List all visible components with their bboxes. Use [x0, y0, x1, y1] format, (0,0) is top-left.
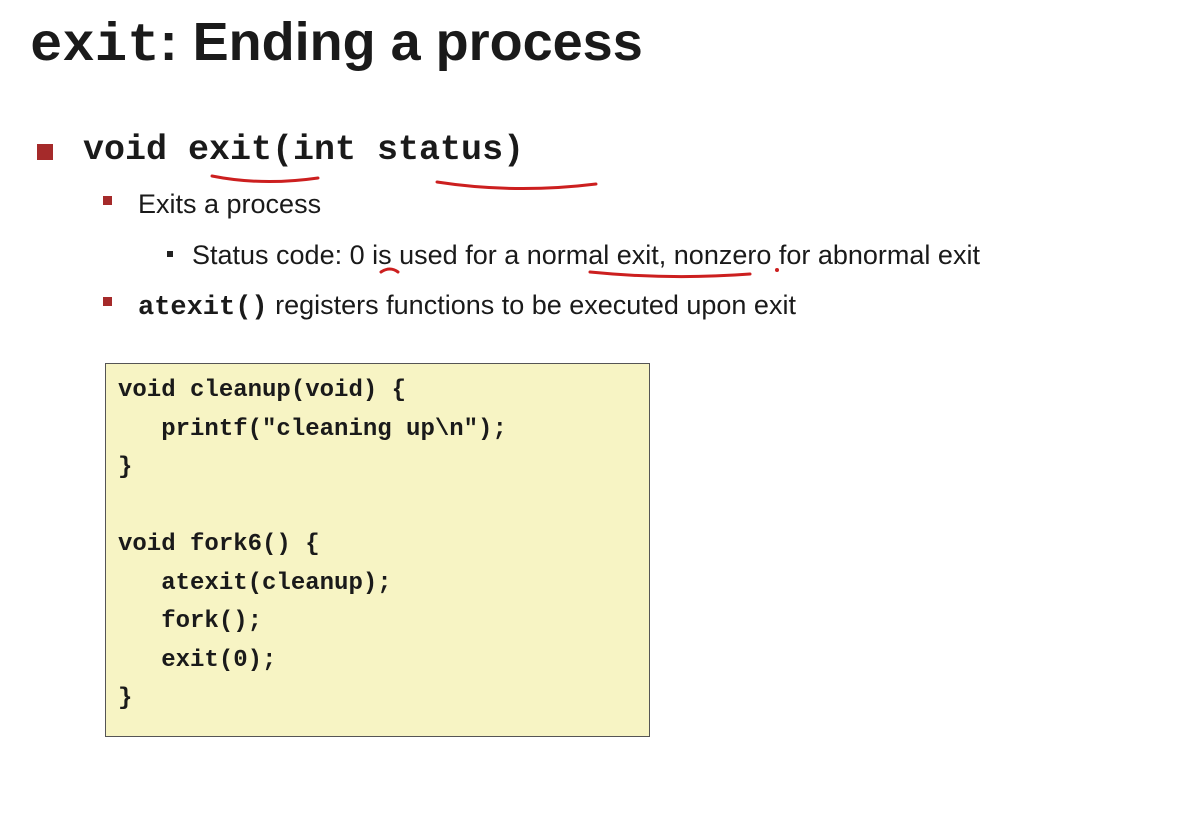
status-code-suffix: , nonzero for abnormal exit	[658, 240, 980, 270]
underline-exit	[210, 174, 320, 184]
bullet-square-icon	[103, 196, 112, 205]
underline-status	[435, 180, 598, 191]
atexit-code: atexit()	[138, 293, 268, 323]
code-line: fork();	[118, 608, 263, 635]
underline-normal-exit	[588, 270, 752, 279]
exits-process-text: Exits a process	[138, 189, 322, 219]
exit-signature: void exit(int status)	[83, 130, 525, 170]
bullet-square-icon	[103, 297, 112, 306]
code-line: }	[118, 454, 133, 481]
slide-title: exit: Ending a process	[30, 10, 643, 79]
atexit-description: registers functions to be executed upon …	[267, 290, 796, 320]
code-line: exit(0);	[118, 646, 277, 674]
bullet-square-icon	[167, 251, 173, 257]
title-text: : Ending a process	[159, 12, 643, 72]
code-line: }	[118, 685, 133, 712]
code-line: atexit(cleanup);	[118, 569, 392, 597]
bullet-square-icon	[37, 144, 53, 160]
code-line: void cleanup(void) {	[118, 377, 407, 404]
code-block: void cleanup(void) { printf("cleaning up…	[105, 363, 650, 737]
code-line: printf("cleaning up\n");	[118, 415, 507, 443]
code-line: void fork6() {	[118, 531, 320, 558]
atexit-text: atexit() registers functions to be execu…	[138, 287, 796, 326]
status-code-zero: 0	[349, 240, 365, 270]
status-code-text: Status code: 0 is used for a normal exit…	[192, 238, 980, 272]
status-code-prefix: Status code:	[192, 240, 350, 270]
status-code-middle: is used for a	[364, 240, 527, 270]
title-code: exit	[30, 16, 160, 77]
status-code-normal-exit: normal exit	[526, 240, 659, 270]
